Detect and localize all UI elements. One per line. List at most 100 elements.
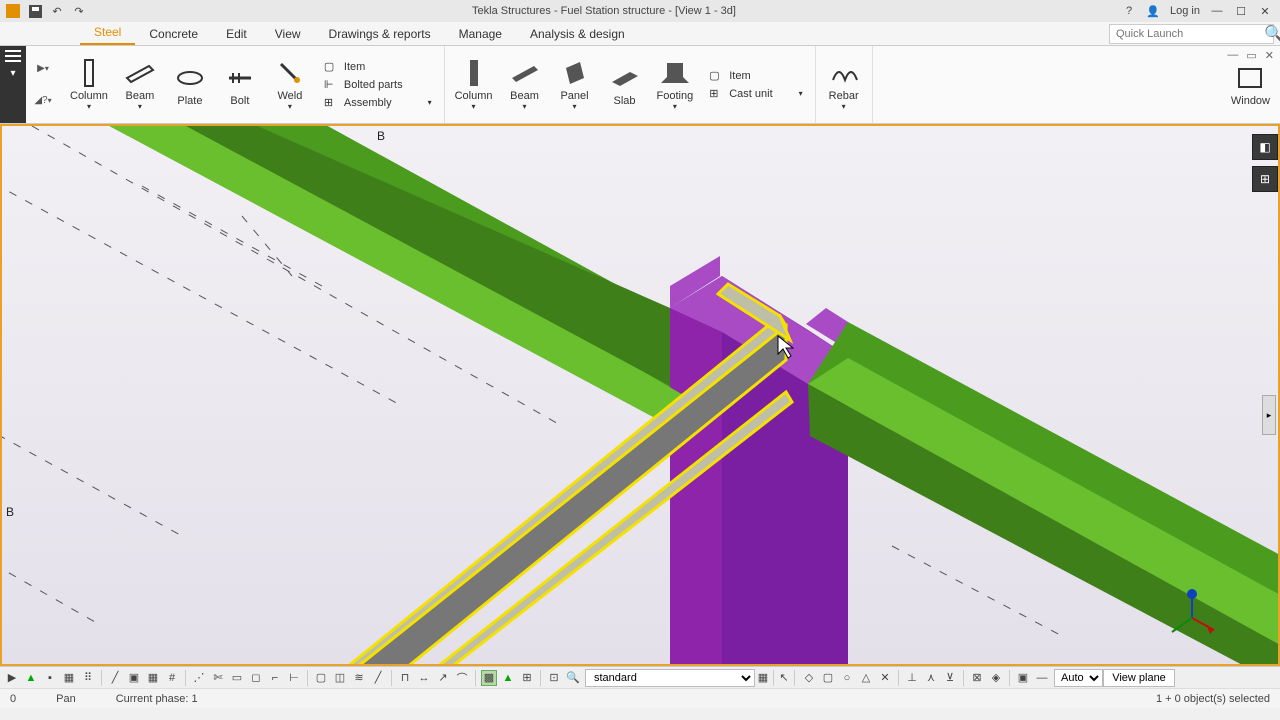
c-column-button[interactable]: Column▾ <box>451 51 497 119</box>
dim-h-icon[interactable]: ⊓ <box>397 670 413 686</box>
edit-frame-icon[interactable]: ◻ <box>248 670 264 686</box>
tab-view[interactable]: View <box>261 23 315 45</box>
help-icon[interactable]: ? <box>1122 4 1136 18</box>
rebar-button[interactable]: Rebar▾ <box>822 51 866 119</box>
grid-label-b2: B <box>6 505 14 519</box>
beam-button[interactable]: Beam▾ <box>118 51 162 119</box>
dim-d-icon[interactable]: ↗ <box>435 670 451 686</box>
tab-steel[interactable]: Steel <box>80 21 135 45</box>
snap-line-icon[interactable]: ╱ <box>107 670 123 686</box>
quick-launch-input[interactable] <box>1110 28 1264 40</box>
status-mode: Pan <box>56 693 76 705</box>
snap-ext-icon[interactable]: ✕ <box>877 670 893 686</box>
snap-perp-icon[interactable]: ⊥ <box>904 670 920 686</box>
view-assembly-icon[interactable]: ⊞ <box>519 670 535 686</box>
slab-button[interactable]: Slab <box>603 51 647 119</box>
view-line-icon[interactable]: ╱ <box>370 670 386 686</box>
view-cube-icon[interactable]: ◧ <box>1252 134 1278 160</box>
column-button[interactable]: Column▾ <box>66 51 112 119</box>
view-render-icon[interactable]: ▩ <box>481 670 497 686</box>
select-filter-dropdown[interactable]: standard <box>585 669 755 687</box>
tab-edit[interactable]: Edit <box>212 23 261 45</box>
mdi-restore-icon[interactable]: ▭ <box>1246 49 1256 62</box>
undo-icon[interactable]: ↶ <box>50 4 64 18</box>
cast-unit-button[interactable]: ⊞Cast unit▾ <box>709 87 802 101</box>
snap-tool[interactable]: ◢?▾ <box>34 95 51 106</box>
minimize-icon[interactable]: — <box>1210 4 1224 18</box>
close-icon[interactable]: ✕ <box>1258 4 1272 18</box>
menu-icon[interactable] <box>5 50 21 62</box>
view-grid-icon[interactable]: ⊞ <box>1252 166 1278 192</box>
select-grid4-icon[interactable]: ▦ <box>61 670 77 686</box>
maximize-icon[interactable]: ☐ <box>1234 4 1248 18</box>
panel-button[interactable]: Panel▾ <box>553 51 597 119</box>
snap-center-icon[interactable]: ○ <box>839 670 855 686</box>
edit-rect-icon[interactable]: ▭ <box>229 670 245 686</box>
edit-dim-icon[interactable]: ⊢ <box>286 670 302 686</box>
assembly-button[interactable]: ⊞Assembly▾ <box>324 96 432 110</box>
login-link[interactable]: Log in <box>1170 5 1200 17</box>
dim-curve-icon[interactable]: ⌒ <box>454 670 470 686</box>
cs-line-icon[interactable]: — <box>1034 670 1050 686</box>
ribbon-steel-group: Column▾ Beam▾ Plate Bolt Weld▾ ▢Item ⊩Bo… <box>60 46 445 123</box>
redo-icon[interactable]: ↷ <box>72 4 86 18</box>
c-item-button[interactable]: ▢Item <box>709 69 802 83</box>
plate-button[interactable]: Plate <box>168 51 212 119</box>
viewplane-button[interactable]: View plane <box>1103 669 1175 687</box>
ribbon: ▾ ▶▾ ◢?▾ Column▾ Beam▾ Plate Bolt Weld▾ … <box>0 46 1280 124</box>
snap-node-icon[interactable]: ⊠ <box>969 670 985 686</box>
ribbon-side[interactable]: ▾ <box>0 46 26 123</box>
edit-corner-icon[interactable]: ⌐ <box>267 670 283 686</box>
snap-end-icon[interactable]: ◇ <box>801 670 817 686</box>
fit-icon[interactable]: ⊡ <box>546 670 562 686</box>
snap-near-icon[interactable]: ⋏ <box>923 670 939 686</box>
weld-button[interactable]: Weld▾ <box>268 51 312 119</box>
select-dots-icon[interactable]: ⠿ <box>80 670 96 686</box>
snap-face-icon[interactable]: ◈ <box>988 670 1004 686</box>
snap-box-icon[interactable]: ▣ <box>126 670 142 686</box>
status-bar: 0 Pan Current phase: 1 1 + 0 object(s) s… <box>0 688 1280 708</box>
footing-button[interactable]: Footing▾ <box>653 51 698 119</box>
select-arrow-icon[interactable]: ▶ <box>4 670 20 686</box>
dim-w-icon[interactable]: ↔ <box>416 670 432 686</box>
view-3d-icon[interactable]: ◫ <box>332 670 348 686</box>
tab-analysis[interactable]: Analysis & design <box>516 23 639 45</box>
save-icon[interactable] <box>28 4 42 18</box>
snap-grid-icon[interactable]: ▦ <box>145 670 161 686</box>
mdi-minimize-icon[interactable]: — <box>1227 49 1238 62</box>
cs-icon[interactable]: ▣ <box>1015 670 1031 686</box>
edit-cut-icon[interactable]: ✄ <box>210 670 226 686</box>
cursor-mode-icon[interactable]: ↖ <box>776 670 792 686</box>
select-tree-icon[interactable]: ▲ <box>23 670 39 686</box>
tab-concrete[interactable]: Concrete <box>135 23 212 45</box>
view-layers-icon[interactable]: ≋ <box>351 670 367 686</box>
quick-launch[interactable]: 🔍 <box>1109 24 1274 44</box>
chevron-down-icon[interactable]: ▾ <box>10 68 15 79</box>
snap-hash-icon[interactable]: # <box>164 670 180 686</box>
user-icon[interactable]: 👤 <box>1146 4 1160 18</box>
filter-settings-icon[interactable]: ▦ <box>755 670 771 686</box>
c-beam-button[interactable]: Beam▾ <box>503 51 547 119</box>
ribbon-rebar-group: Rebar▾ <box>816 46 873 123</box>
view-solid-icon[interactable]: ▲ <box>500 670 516 686</box>
ribbon-concrete-group: Column▾ Beam▾ Panel▾ Slab Footing▾ ▢Item… <box>445 46 816 123</box>
side-handle[interactable]: ▸ <box>1262 395 1276 435</box>
bolted-parts-button[interactable]: ⊩Bolted parts <box>324 78 432 92</box>
mdi-close-icon[interactable]: ✕ <box>1265 49 1274 62</box>
select-single-icon[interactable]: ▪ <box>42 670 58 686</box>
snap-any-icon[interactable]: ⊻ <box>942 670 958 686</box>
tab-manage[interactable]: Manage <box>445 23 516 45</box>
item-button[interactable]: ▢Item <box>324 60 432 74</box>
status-phase: Current phase: 1 <box>116 693 198 705</box>
zoom-icon[interactable]: 🔍 <box>565 670 581 686</box>
tab-drawings[interactable]: Drawings & reports <box>315 23 445 45</box>
bolt-button[interactable]: Bolt <box>218 51 262 119</box>
snap-int-icon[interactable]: △ <box>858 670 874 686</box>
view-rect-icon[interactable]: ▢ <box>313 670 329 686</box>
search-icon[interactable]: 🔍 <box>1264 24 1280 44</box>
auto-dropdown[interactable]: Auto <box>1054 669 1103 687</box>
viewport-3d[interactable]: B B <box>0 124 1280 666</box>
snap-mid-icon[interactable]: ▢ <box>820 670 836 686</box>
edit-point-icon[interactable]: ⋰ <box>191 670 207 686</box>
select-tool[interactable]: ▶▾ <box>37 63 49 74</box>
